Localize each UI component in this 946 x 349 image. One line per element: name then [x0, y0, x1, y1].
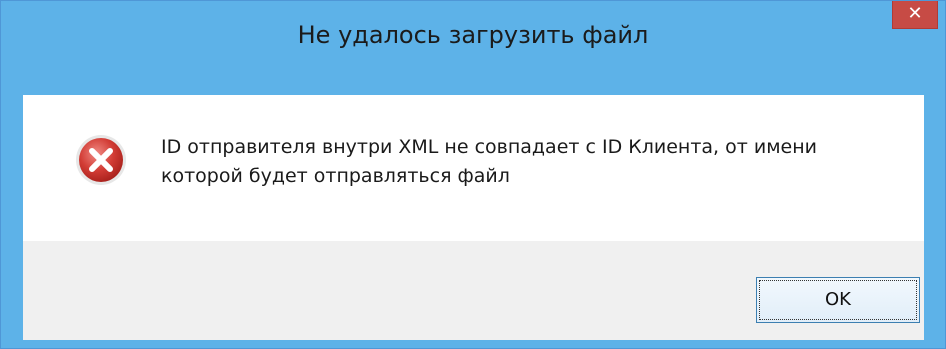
close-icon: ✕ — [907, 3, 923, 24]
error-message-line-1: ID отправителя внутри XML не совпадает с… — [161, 136, 818, 158]
dialog-title: Не удалось загрузить файл — [297, 21, 649, 49]
error-dialog-window: Не удалось загрузить файл ✕ ID отправите… — [0, 0, 946, 349]
error-icon — [76, 135, 126, 185]
button-bar: OK — [23, 241, 924, 340]
error-message: ID отправителя внутри XML не совпадает с… — [161, 133, 901, 191]
error-message-line-2: которой будет отправляться файл — [161, 165, 510, 187]
close-button[interactable]: ✕ — [892, 1, 938, 29]
ok-button-label: OK — [825, 289, 851, 310]
ok-button[interactable]: OK — [756, 277, 920, 323]
message-area: ID отправителя внутри XML не совпадает с… — [23, 95, 924, 241]
title-bar[interactable]: Не удалось загрузить файл ✕ — [1, 1, 945, 95]
